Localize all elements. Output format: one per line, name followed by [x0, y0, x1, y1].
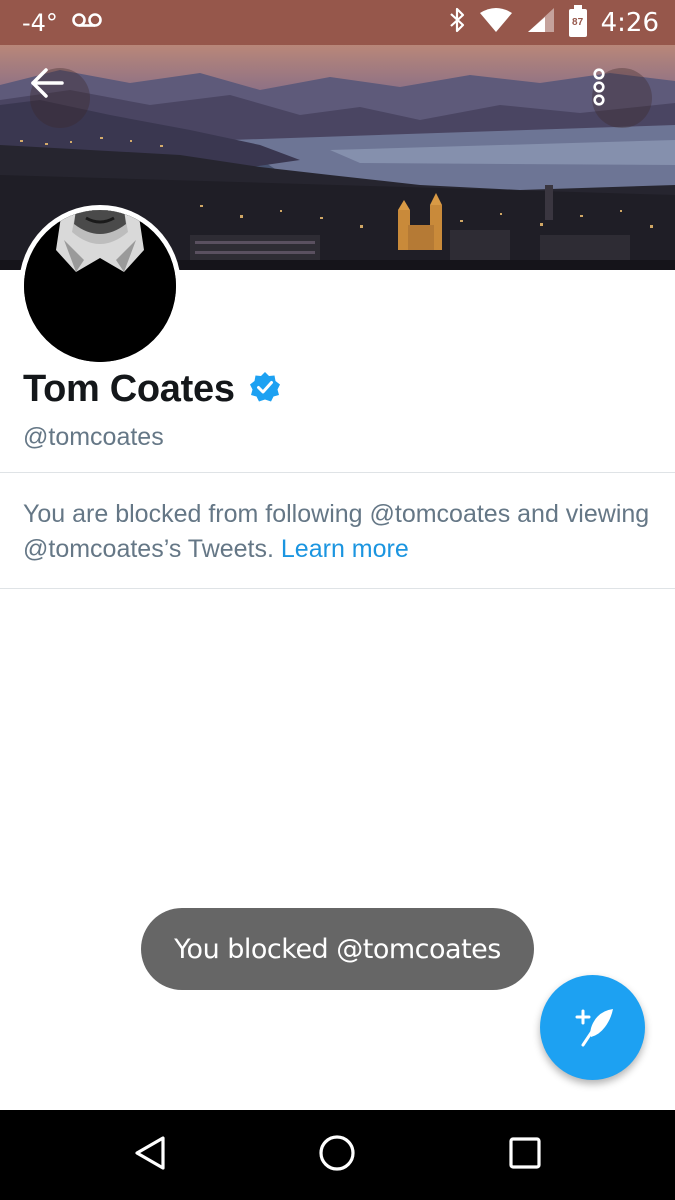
clock-text: 4:26 [600, 7, 659, 38]
nav-back-button[interactable] [130, 1135, 170, 1175]
blocked-notice: You are blocked from following @tomcoate… [23, 497, 653, 567]
battery-icon: 87 [568, 4, 587, 37]
nav-recents-icon [508, 1136, 542, 1175]
cell-signal-icon [527, 7, 555, 38]
more-options-button[interactable] [592, 68, 652, 128]
nav-home-button[interactable] [317, 1134, 357, 1177]
divider [0, 588, 675, 589]
toast-message: You blocked @tomcoates [141, 908, 534, 990]
profile-handle: @tomcoates [23, 423, 164, 451]
verified-badge-icon [249, 371, 281, 408]
nav-recents-button[interactable] [505, 1135, 545, 1175]
nav-back-icon [133, 1135, 167, 1176]
status-bar-right: 87 4:26 [449, 0, 659, 45]
battery-level: 87 [572, 17, 584, 28]
status-bar-left: -4° [22, 0, 102, 45]
profile-name: Tom Coates [23, 368, 235, 410]
profile-name-row: Tom Coates [23, 368, 281, 411]
compose-tweet-button[interactable] [540, 975, 645, 1080]
back-button[interactable] [30, 68, 90, 128]
system-nav-bar [0, 1110, 675, 1200]
temperature-text: -4° [22, 8, 58, 37]
nav-home-icon [318, 1134, 356, 1177]
profile-avatar[interactable] [19, 205, 181, 367]
voicemail-icon [72, 12, 102, 33]
divider [0, 472, 675, 473]
status-bar: -4° 87 4:26 [0, 0, 675, 45]
bluetooth-icon [449, 7, 465, 38]
compose-tweet-icon [569, 1003, 617, 1052]
learn-more-link[interactable]: Learn more [281, 535, 409, 563]
wifi-icon [479, 7, 513, 38]
avatar-photo [24, 210, 176, 362]
toast-text: You blocked @tomcoates [174, 933, 501, 965]
